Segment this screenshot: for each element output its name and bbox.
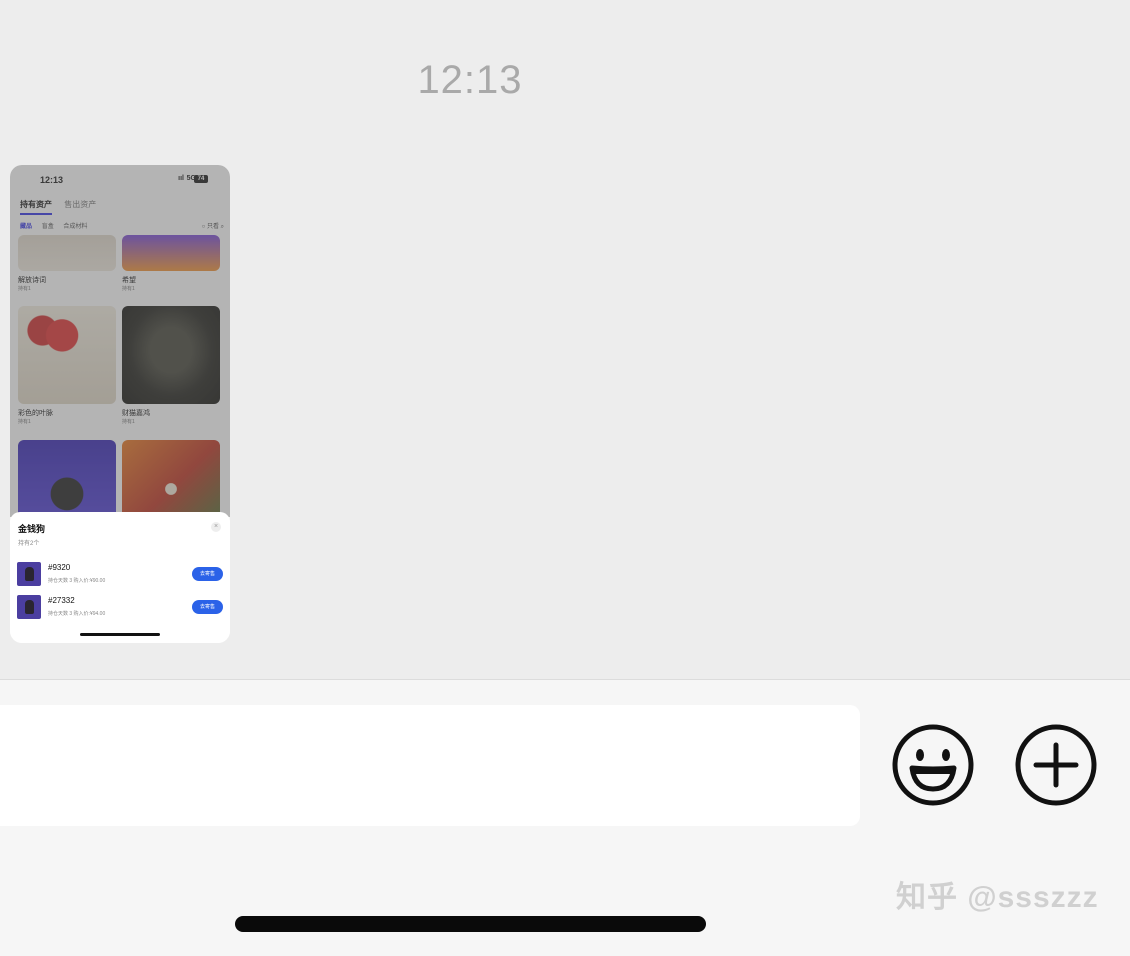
message-timestamp: 12:13 (417, 58, 523, 102)
item-thumbnail (17, 595, 41, 619)
message-input[interactable] (0, 705, 860, 826)
item-meta: 持仓天数 3 购入价:¥94.00 (48, 611, 106, 617)
phone-home-indicator (80, 633, 160, 636)
more-button[interactable] (1014, 723, 1098, 807)
modal-overlay (10, 165, 230, 517)
item-id: #27332 (48, 596, 75, 605)
screenshot-content: 12:13 ııl 5G 74 持有资产 售出资产 藏品 盲盒 合成材料 ○ 只… (10, 165, 230, 643)
smiley-face-icon (892, 724, 974, 806)
consign-button[interactable]: 去寄售 (192, 600, 223, 614)
list-item: #9320 持仓天数 3 购入价:¥90.00 去寄售 (17, 562, 223, 588)
sheet-subtitle: 持有2个 (18, 541, 40, 547)
emoji-button[interactable] (891, 723, 975, 807)
close-icon[interactable]: × (211, 522, 221, 532)
input-bar: 知乎 @ssszzz (0, 680, 1130, 956)
chat-area: 12:13 12:13 ııl 5G 74 持有资产 售出资产 藏品 盲盒 合成… (0, 0, 1130, 679)
item-meta: 持仓天数 3 购入价:¥90.00 (48, 578, 106, 584)
watermark: 知乎 @ssszzz (896, 881, 1099, 914)
list-item: #27332 持仓天数 3 购入价:¥94.00 去寄售 (17, 595, 223, 621)
sheet-title: 金钱狗 (18, 524, 46, 534)
item-id: #9320 (48, 563, 71, 572)
home-indicator (235, 916, 706, 932)
plus-circle-icon (1015, 724, 1097, 806)
bottom-sheet: 金钱狗 持有2个 × #9320 持仓天数 3 购入价:¥90.00 去寄售 #… (10, 512, 230, 643)
item-thumbnail (17, 562, 41, 586)
screenshot-image-message[interactable]: 12:13 ııl 5G 74 持有资产 售出资产 藏品 盲盒 合成材料 ○ 只… (10, 165, 230, 643)
consign-button[interactable]: 去寄售 (192, 567, 223, 581)
